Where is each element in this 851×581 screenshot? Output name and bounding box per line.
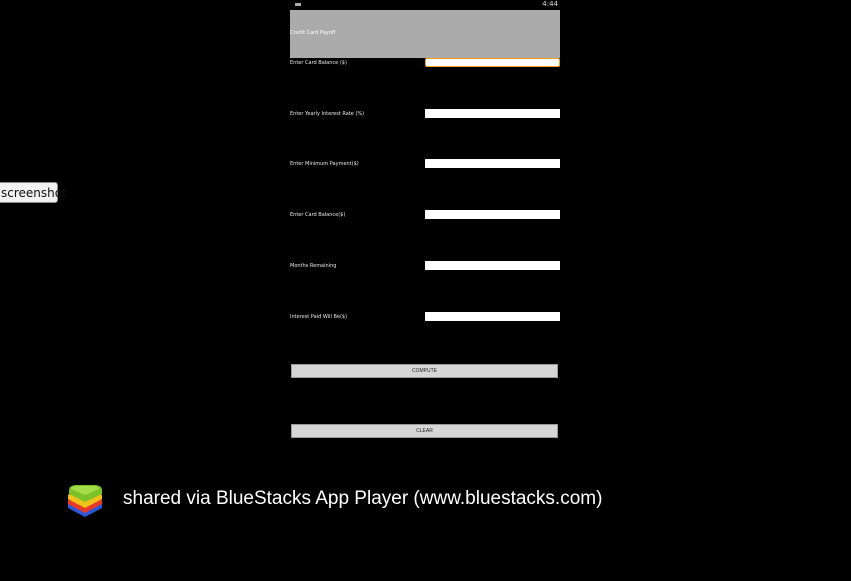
card-balance-label: Enter Card Balance ($) (290, 60, 347, 66)
card-balance-row: Enter Card Balance ($) (290, 58, 560, 68)
compute-button[interactable]: COMPUTE (291, 364, 558, 378)
bluestacks-logo-icon (68, 485, 102, 517)
months-remaining-row: Months Remaining (290, 261, 560, 271)
interest-rate-row: Enter Yearly Interest Rate (%) (290, 109, 560, 119)
app-title: Credit Card Payoff (290, 30, 336, 36)
interest-paid-input[interactable] (425, 312, 560, 321)
interest-paid-label: Interest Paid Will Be($) (290, 314, 348, 320)
interest-rate-label: Enter Yearly Interest Rate (%) (290, 111, 365, 117)
interest-paid-row: Interest Paid Will Be($) (290, 312, 560, 322)
card-balance-input[interactable] (425, 58, 560, 67)
months-remaining-label: Months Remaining (290, 263, 337, 269)
emulator-screen: screenshot 4:44 Credit Card Payoff Enter… (0, 0, 851, 581)
status-clock: 4:44 (542, 0, 558, 8)
minimum-payment-row: Enter Minimum Payment($) (290, 159, 560, 169)
minimum-payment-label: Enter Minimum Payment($) (290, 161, 359, 167)
notification-icon (295, 3, 301, 6)
status-bar: 4:44 (290, 0, 560, 9)
months-remaining-input[interactable] (425, 261, 560, 270)
clear-button[interactable]: CLEAR (291, 424, 558, 438)
screenshot-button[interactable]: screenshot (0, 182, 67, 203)
card-balance-2-row: Enter Card Balance($) (290, 210, 560, 220)
card-balance-2-input[interactable] (425, 210, 560, 219)
interest-rate-input[interactable] (425, 109, 560, 118)
app-title-bar: Credit Card Payoff (290, 10, 560, 58)
minimum-payment-input[interactable] (425, 159, 560, 168)
watermark-text: shared via BlueStacks App Player (www.bl… (123, 488, 603, 509)
card-balance-2-label: Enter Card Balance($) (290, 212, 346, 218)
